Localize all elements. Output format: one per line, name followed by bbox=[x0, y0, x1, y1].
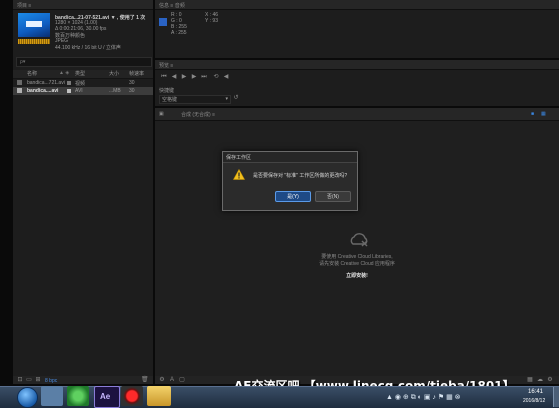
col-size[interactable]: 大小 bbox=[109, 70, 119, 77]
clock-time[interactable]: 16:41 bbox=[528, 389, 543, 395]
project-row-selected[interactable]: bandica....avi AVI ...MB 30 bbox=[13, 87, 153, 95]
ae-icon-label: Ae bbox=[100, 392, 111, 401]
browser-taskbar-icon[interactable] bbox=[67, 386, 89, 406]
row-name: bandica...721.avi bbox=[27, 80, 65, 86]
row-type: AVI bbox=[75, 88, 83, 94]
warning-icon bbox=[232, 168, 246, 180]
sort-icon[interactable]: ▲ ◈ bbox=[59, 70, 69, 76]
row-type: 视频 bbox=[75, 81, 86, 87]
preview-panel-tab[interactable]: 预览 ≡ bbox=[155, 60, 559, 70]
prev-frame-icon[interactable]: ◀ bbox=[171, 74, 177, 80]
shortcut-select[interactable]: 空格键 ▾ bbox=[159, 95, 231, 104]
project-panel-tab[interactable]: 项目 ≡ bbox=[13, 0, 153, 10]
recorder-taskbar-icon[interactable] bbox=[121, 386, 143, 406]
workspace-icon[interactable]: ■ bbox=[531, 111, 534, 117]
shortcut-value: 空格键 bbox=[162, 97, 178, 103]
cc-libraries-line1: 要使用 Creative Cloud Libraries, bbox=[321, 254, 393, 260]
row-name: bandica....avi bbox=[27, 88, 59, 94]
project-columns-header: 名称 ▲ ◈ 类型 大小 帧速率 bbox=[13, 70, 153, 79]
label-color-icon[interactable] bbox=[67, 89, 71, 93]
row-size: ...MB bbox=[109, 88, 121, 94]
search-placeholder: ρ▾ bbox=[20, 59, 26, 65]
clock-date[interactable]: 2016/8/12 bbox=[523, 398, 545, 404]
bit-depth[interactable]: 8 bpc bbox=[45, 378, 57, 384]
dialog-titlebar[interactable]: 保存工作区 bbox=[223, 152, 357, 163]
panel-menu-icon[interactable]: ▦ bbox=[541, 111, 546, 117]
interpret-footage-icon[interactable]: ⊡ bbox=[17, 377, 23, 383]
composition-panel-tab[interactable]: ▣ 合成 (无合成) ≡ ■ ▦ bbox=[155, 108, 559, 121]
audio-waveform bbox=[18, 39, 50, 44]
color-swatch bbox=[159, 18, 167, 26]
footage-icon bbox=[17, 88, 22, 93]
footage-thumbnail bbox=[18, 13, 50, 37]
loop-icon[interactable]: ⟲ bbox=[213, 74, 219, 80]
cc-libraries-line2: 请先安装 Creative Cloud 应用程序 bbox=[319, 261, 395, 267]
dialog-title: 保存工作区 bbox=[226, 155, 252, 161]
preview-panel: 预览 ≡ ⏮ ◀ ▶ ▶ ⏭ ⟲ ◀ 快捷键 空格键 ▾ ↺ bbox=[155, 60, 559, 106]
project-search-input[interactable]: ρ▾ bbox=[16, 57, 152, 67]
settings-icon[interactable]: ⚙ bbox=[547, 377, 553, 383]
brush-icon[interactable]: ⚙ bbox=[159, 377, 165, 383]
col-rate[interactable]: 帧速率 bbox=[129, 70, 144, 77]
explorer-taskbar-icon[interactable] bbox=[41, 386, 63, 406]
install-now-link[interactable]: 立即安装! bbox=[155, 272, 559, 279]
lock-icon[interactable]: ▣ bbox=[159, 111, 164, 117]
save-workspace-dialog: 保存工作区 是否要保存对 "标准" 工作区所做的更改吗? 是(Y) 否(N) bbox=[222, 151, 358, 211]
footage-icon bbox=[17, 80, 22, 85]
first-frame-icon[interactable]: ⏮ bbox=[161, 74, 167, 80]
cc-libraries-icon bbox=[348, 232, 370, 248]
col-type[interactable]: 类型 bbox=[75, 70, 85, 77]
project-panel: 项目 ≡ bandica...21-07-521.avi ▼ , 使用了 1 次… bbox=[13, 0, 153, 384]
chevron-down-icon: ▾ bbox=[225, 96, 228, 102]
folder-taskbar-icon[interactable] bbox=[147, 386, 171, 406]
yes-button[interactable]: 是(Y) bbox=[275, 191, 311, 202]
row-rate: 30 bbox=[129, 80, 135, 86]
label-color-icon[interactable] bbox=[67, 81, 71, 85]
dialog-message: 是否要保存对 "标准" 工作区所做的更改吗? bbox=[253, 173, 348, 179]
start-button[interactable] bbox=[17, 387, 38, 408]
grid-icon[interactable]: ▦ bbox=[527, 377, 533, 383]
reset-icon[interactable]: ↺ bbox=[233, 95, 239, 101]
after-effects-taskbar-icon[interactable]: Ae bbox=[94, 386, 120, 408]
frame-icon[interactable]: ▢ bbox=[179, 377, 185, 383]
tray-icons[interactable]: ▲ ◉ ⊕ ⧉ ◐ ▣ ♪ ⚑ ▦ ⊗ bbox=[386, 393, 461, 402]
no-button-label: 否(N) bbox=[327, 194, 339, 200]
footage-meta-4: 44.100 kHz / 16 bit U / 立体声 bbox=[55, 45, 121, 51]
col-name[interactable]: 名称 bbox=[27, 70, 37, 77]
info-y: Y : 93 bbox=[205, 18, 218, 24]
next-frame-icon[interactable]: ▶ bbox=[191, 74, 197, 80]
project-row[interactable]: bandica...721.avi 视频 30 bbox=[13, 79, 153, 87]
project-footer: ⊡ ▭ ⊞ 8 bpc 🗑 bbox=[13, 376, 153, 384]
shortcut-label: 快捷键 bbox=[159, 88, 175, 94]
info-panel-tab[interactable]: 信息 ≡ 音频 bbox=[155, 0, 559, 10]
show-desktop-button[interactable] bbox=[553, 387, 559, 407]
info-panel: 信息 ≡ 音频 R : 0 G : 0 B : 255 A : 255 X : … bbox=[155, 0, 559, 58]
composition-panel: ▣ 合成 (无合成) ≡ ■ ▦ 要使用 Creative Cloud Libr… bbox=[155, 108, 559, 384]
play-icon[interactable]: ▶ bbox=[181, 74, 187, 80]
cloud-icon[interactable]: ☁ bbox=[537, 377, 543, 383]
yes-button-label: 是(Y) bbox=[287, 194, 299, 200]
system-tray: ▲ ◉ ⊕ ⧉ ◐ ▣ ♪ ⚑ ▦ ⊗ bbox=[386, 391, 514, 403]
delete-icon[interactable]: 🗑 bbox=[141, 377, 149, 383]
no-button[interactable]: 否(N) bbox=[315, 191, 351, 202]
last-frame-icon[interactable]: ⏭ bbox=[201, 74, 207, 80]
audio-icon[interactable]: ◀ bbox=[223, 74, 229, 80]
new-comp-icon[interactable]: ⊞ bbox=[35, 377, 41, 383]
new-folder-icon[interactable]: ▭ bbox=[26, 377, 32, 383]
text-icon[interactable]: A bbox=[169, 377, 175, 383]
info-a: A : 255 bbox=[171, 30, 187, 36]
row-rate: 30 bbox=[129, 88, 135, 94]
